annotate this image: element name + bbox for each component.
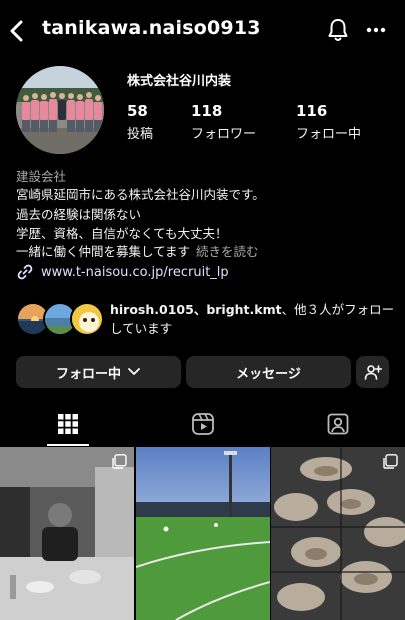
bio-line-last: 一緒に働く仲間を募集してます 続きを読む xyxy=(16,241,259,260)
mutual-followers-avatars[interactable] xyxy=(16,302,106,336)
chevron-down-icon xyxy=(128,368,140,375)
grid-icon xyxy=(57,414,78,434)
following-button-label: フォロー中 xyxy=(55,366,121,382)
posts-grid xyxy=(0,447,405,620)
tab-tagged[interactable] xyxy=(270,402,405,446)
active-tab-indicator xyxy=(47,444,89,446)
back-icon[interactable] xyxy=(6,18,28,44)
more-options-icon[interactable] xyxy=(364,20,388,40)
bio-line: 過去の経験は関係ない xyxy=(16,207,142,222)
profile-username: tanikawa.naiso0913 xyxy=(42,17,261,39)
read-more-link[interactable]: 続きを読む xyxy=(196,244,259,259)
tagged-icon xyxy=(327,413,348,435)
stat-followers[interactable]: 118 フォロワー xyxy=(191,102,256,142)
top-bar: tanikawa.naiso0913 xyxy=(0,0,405,60)
message-button-label: メッセージ xyxy=(236,366,301,382)
suggest-people-button[interactable] xyxy=(356,356,389,388)
tab-posts[interactable] xyxy=(0,402,135,446)
bell-icon[interactable] xyxy=(326,17,350,43)
message-button[interactable]: メッセージ xyxy=(186,356,351,388)
mutual-avatar xyxy=(70,302,104,336)
stat-posts[interactable]: 58 投稿 xyxy=(127,102,153,142)
multiple-images-icon xyxy=(383,454,398,469)
link-icon xyxy=(17,264,33,280)
stat-followers-label: フォロワー xyxy=(191,127,257,142)
bio-line: 学歴、資格、自信がなくても大丈夫！ xyxy=(16,226,228,241)
mutual-followers-text[interactable]: hirosh.0105、bright.kmt、他３人がフォローしています xyxy=(110,300,395,338)
stat-following-label: フォロー中 xyxy=(296,127,362,142)
stat-posts-count: 58 xyxy=(127,102,148,120)
following-button[interactable]: フォロー中 xyxy=(16,356,181,388)
profile-category: 建設会社 xyxy=(16,169,67,184)
post-thumbnail[interactable] xyxy=(271,447,405,620)
tab-reels[interactable] xyxy=(135,402,270,446)
stat-following-count: 116 xyxy=(296,102,328,120)
reels-icon xyxy=(191,413,214,435)
bio-line: 宮崎県延岡市にある株式会社谷川内装です。 xyxy=(16,187,265,202)
profile-link[interactable]: www.t-naisou.co.jp/recruit_lp xyxy=(16,262,229,282)
profile-tabs xyxy=(0,402,405,446)
mutual-names: hirosh.0105、bright.kmt xyxy=(110,302,282,317)
profile-display-name: 株式会社谷川内装 xyxy=(127,74,232,89)
profile-link-text[interactable]: www.t-naisou.co.jp/recruit_lp xyxy=(41,265,229,280)
stat-following[interactable]: 116 フォロー中 xyxy=(296,102,361,142)
bio-line: 一緒に働く仲間を募集してます xyxy=(16,244,191,259)
stat-posts-label: 投稿 xyxy=(127,127,154,142)
post-thumbnail[interactable] xyxy=(0,447,134,620)
post-thumbnail[interactable] xyxy=(136,447,270,620)
multiple-images-icon xyxy=(112,454,127,469)
add-person-icon xyxy=(364,365,382,380)
stat-followers-count: 118 xyxy=(191,102,223,120)
profile-avatar[interactable] xyxy=(16,66,104,154)
